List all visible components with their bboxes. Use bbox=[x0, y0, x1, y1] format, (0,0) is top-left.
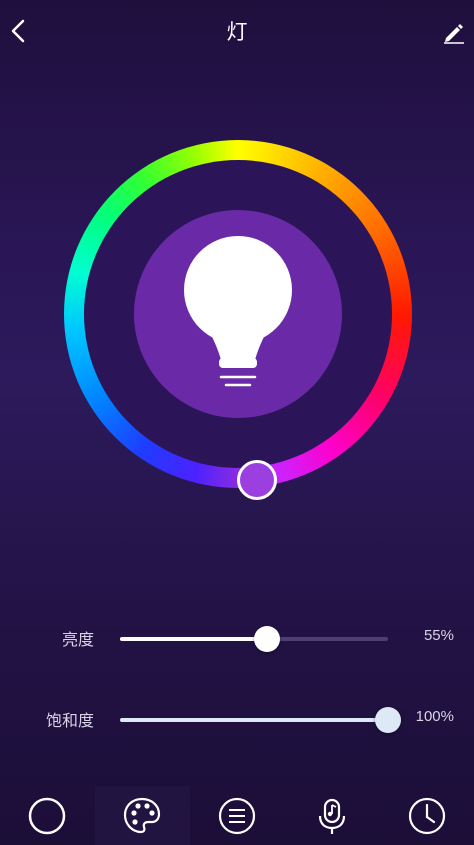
saturation-row: 饱和度 100% bbox=[0, 699, 474, 739]
brightness-value: 55% bbox=[423, 627, 454, 644]
lightbulb-icon bbox=[184, 236, 292, 387]
saturation-value: 100% bbox=[415, 708, 454, 725]
nav-item-power[interactable] bbox=[0, 786, 95, 845]
saturation-label: 饱和度 bbox=[45, 711, 94, 730]
pencil-icon bbox=[444, 24, 464, 44]
saturation-thumb[interactable] bbox=[375, 707, 401, 733]
brightness-row: 亮度 55% bbox=[0, 618, 474, 658]
header: 灯 bbox=[0, 0, 474, 62]
nav-item-music-mic[interactable] bbox=[284, 786, 379, 845]
brightness-fill bbox=[120, 637, 268, 641]
clock-icon bbox=[408, 797, 445, 834]
brightness-slider[interactable] bbox=[120, 626, 388, 652]
circle-icon bbox=[29, 797, 66, 834]
nav-item-list[interactable] bbox=[190, 786, 285, 845]
page-title: 灯 bbox=[226, 20, 248, 44]
edit-button[interactable] bbox=[438, 16, 470, 48]
saturation-fill bbox=[120, 718, 388, 722]
brightness-label: 亮度 bbox=[61, 630, 94, 649]
palette-icon bbox=[124, 797, 161, 833]
list-icon bbox=[218, 797, 256, 834]
color-wheel-container bbox=[64, 140, 412, 500]
nav-item-palette[interactable] bbox=[94, 786, 190, 845]
microphone-music-icon bbox=[318, 798, 345, 834]
nav-item-timer[interactable] bbox=[379, 786, 474, 845]
color-wheel-handle[interactable] bbox=[237, 460, 277, 500]
saturation-slider[interactable] bbox=[120, 707, 401, 733]
brightness-thumb[interactable] bbox=[254, 626, 281, 652]
bottom-nav bbox=[0, 786, 474, 845]
